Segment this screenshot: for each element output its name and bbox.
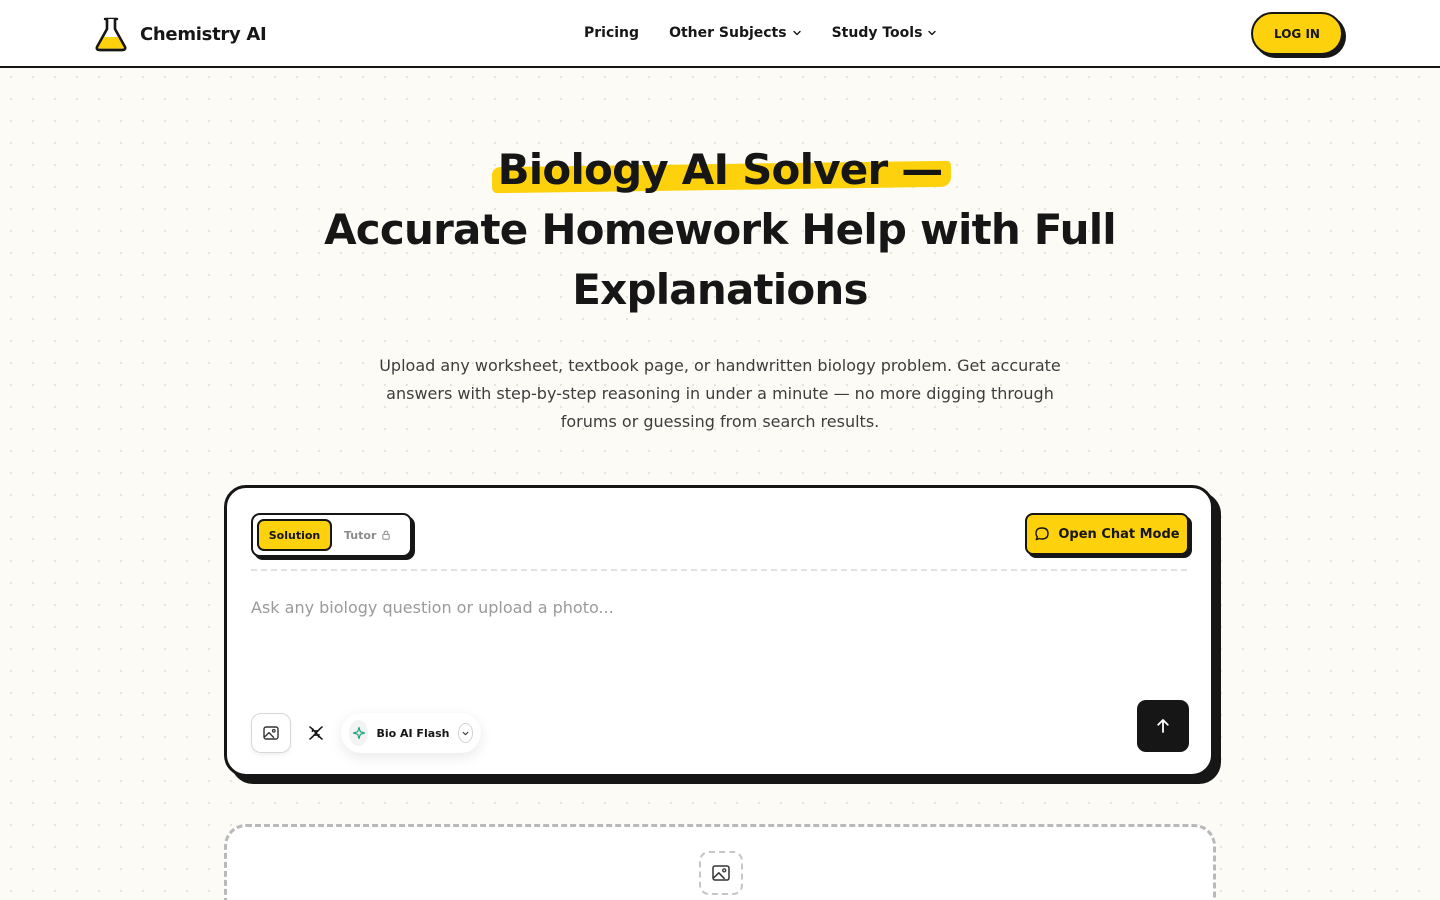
flask-icon — [95, 17, 127, 52]
open-chat-mode-label: Open Chat Mode — [1058, 526, 1180, 542]
chat-bubble-icon — [1035, 527, 1050, 541]
upload-dropzone[interactable] — [224, 824, 1216, 900]
question-input[interactable] — [251, 592, 951, 622]
send-button[interactable] — [1137, 700, 1189, 752]
mode-solution-button[interactable]: Solution — [257, 519, 332, 551]
hero-title-line3: Explanations — [572, 265, 868, 314]
sparkle-icon — [349, 720, 369, 746]
mode-tutor-label: Tutor — [344, 528, 377, 542]
upload-image-button[interactable] — [251, 713, 291, 753]
image-icon — [263, 726, 279, 740]
lock-icon — [382, 530, 391, 540]
chevron-down-icon — [457, 723, 473, 743]
brand-name: Chemistry AI — [140, 23, 267, 45]
mode-toggle: Solution Tutor — [251, 513, 412, 557]
hero-title-line2: Accurate Homework Help with Full — [324, 205, 1117, 254]
dna-icon — [309, 726, 323, 740]
model-name: Bio AI Flash — [376, 726, 450, 740]
solver-card: Solution Tutor Open Chat Mode Ask any bi… — [224, 485, 1214, 777]
nav-item-label: Other Subjects — [669, 25, 787, 41]
brand[interactable]: Chemistry AI — [94, 14, 267, 54]
main-nav: Pricing Other Subjects Study Tools — [584, 22, 937, 44]
site-header: Chemistry AI Pricing Other Subjects Stud… — [0, 0, 1440, 68]
arrow-up-icon — [1157, 719, 1169, 733]
divider — [251, 569, 1187, 571]
chevron-down-icon — [928, 30, 937, 36]
nav-item-other-subjects[interactable]: Other Subjects — [669, 25, 802, 41]
nav-item-label: Pricing — [584, 25, 640, 41]
dna-button[interactable] — [305, 721, 327, 745]
chevron-down-icon — [792, 30, 801, 36]
image-icon — [699, 851, 743, 895]
hero-title-line1: Biology AI Solver — — [497, 145, 944, 194]
open-chat-mode-button[interactable]: Open Chat Mode — [1025, 513, 1189, 555]
hero-title: Biology AI Solver — Accurate Homework He… — [0, 140, 1440, 320]
nav-item-label: Study Tools — [831, 25, 923, 41]
login-button[interactable]: LOG IN — [1251, 12, 1343, 55]
nav-item-pricing[interactable]: Pricing — [584, 25, 639, 41]
nav-item-study-tools[interactable]: Study Tools — [832, 25, 938, 41]
hero-subtitle: Upload any worksheet, textbook page, or … — [379, 356, 1061, 431]
hero-title-highlight: Biology AI Solver — — [491, 140, 951, 200]
mode-tutor-button[interactable]: Tutor — [344, 529, 391, 542]
model-select[interactable]: Bio AI Flash — [341, 713, 481, 753]
